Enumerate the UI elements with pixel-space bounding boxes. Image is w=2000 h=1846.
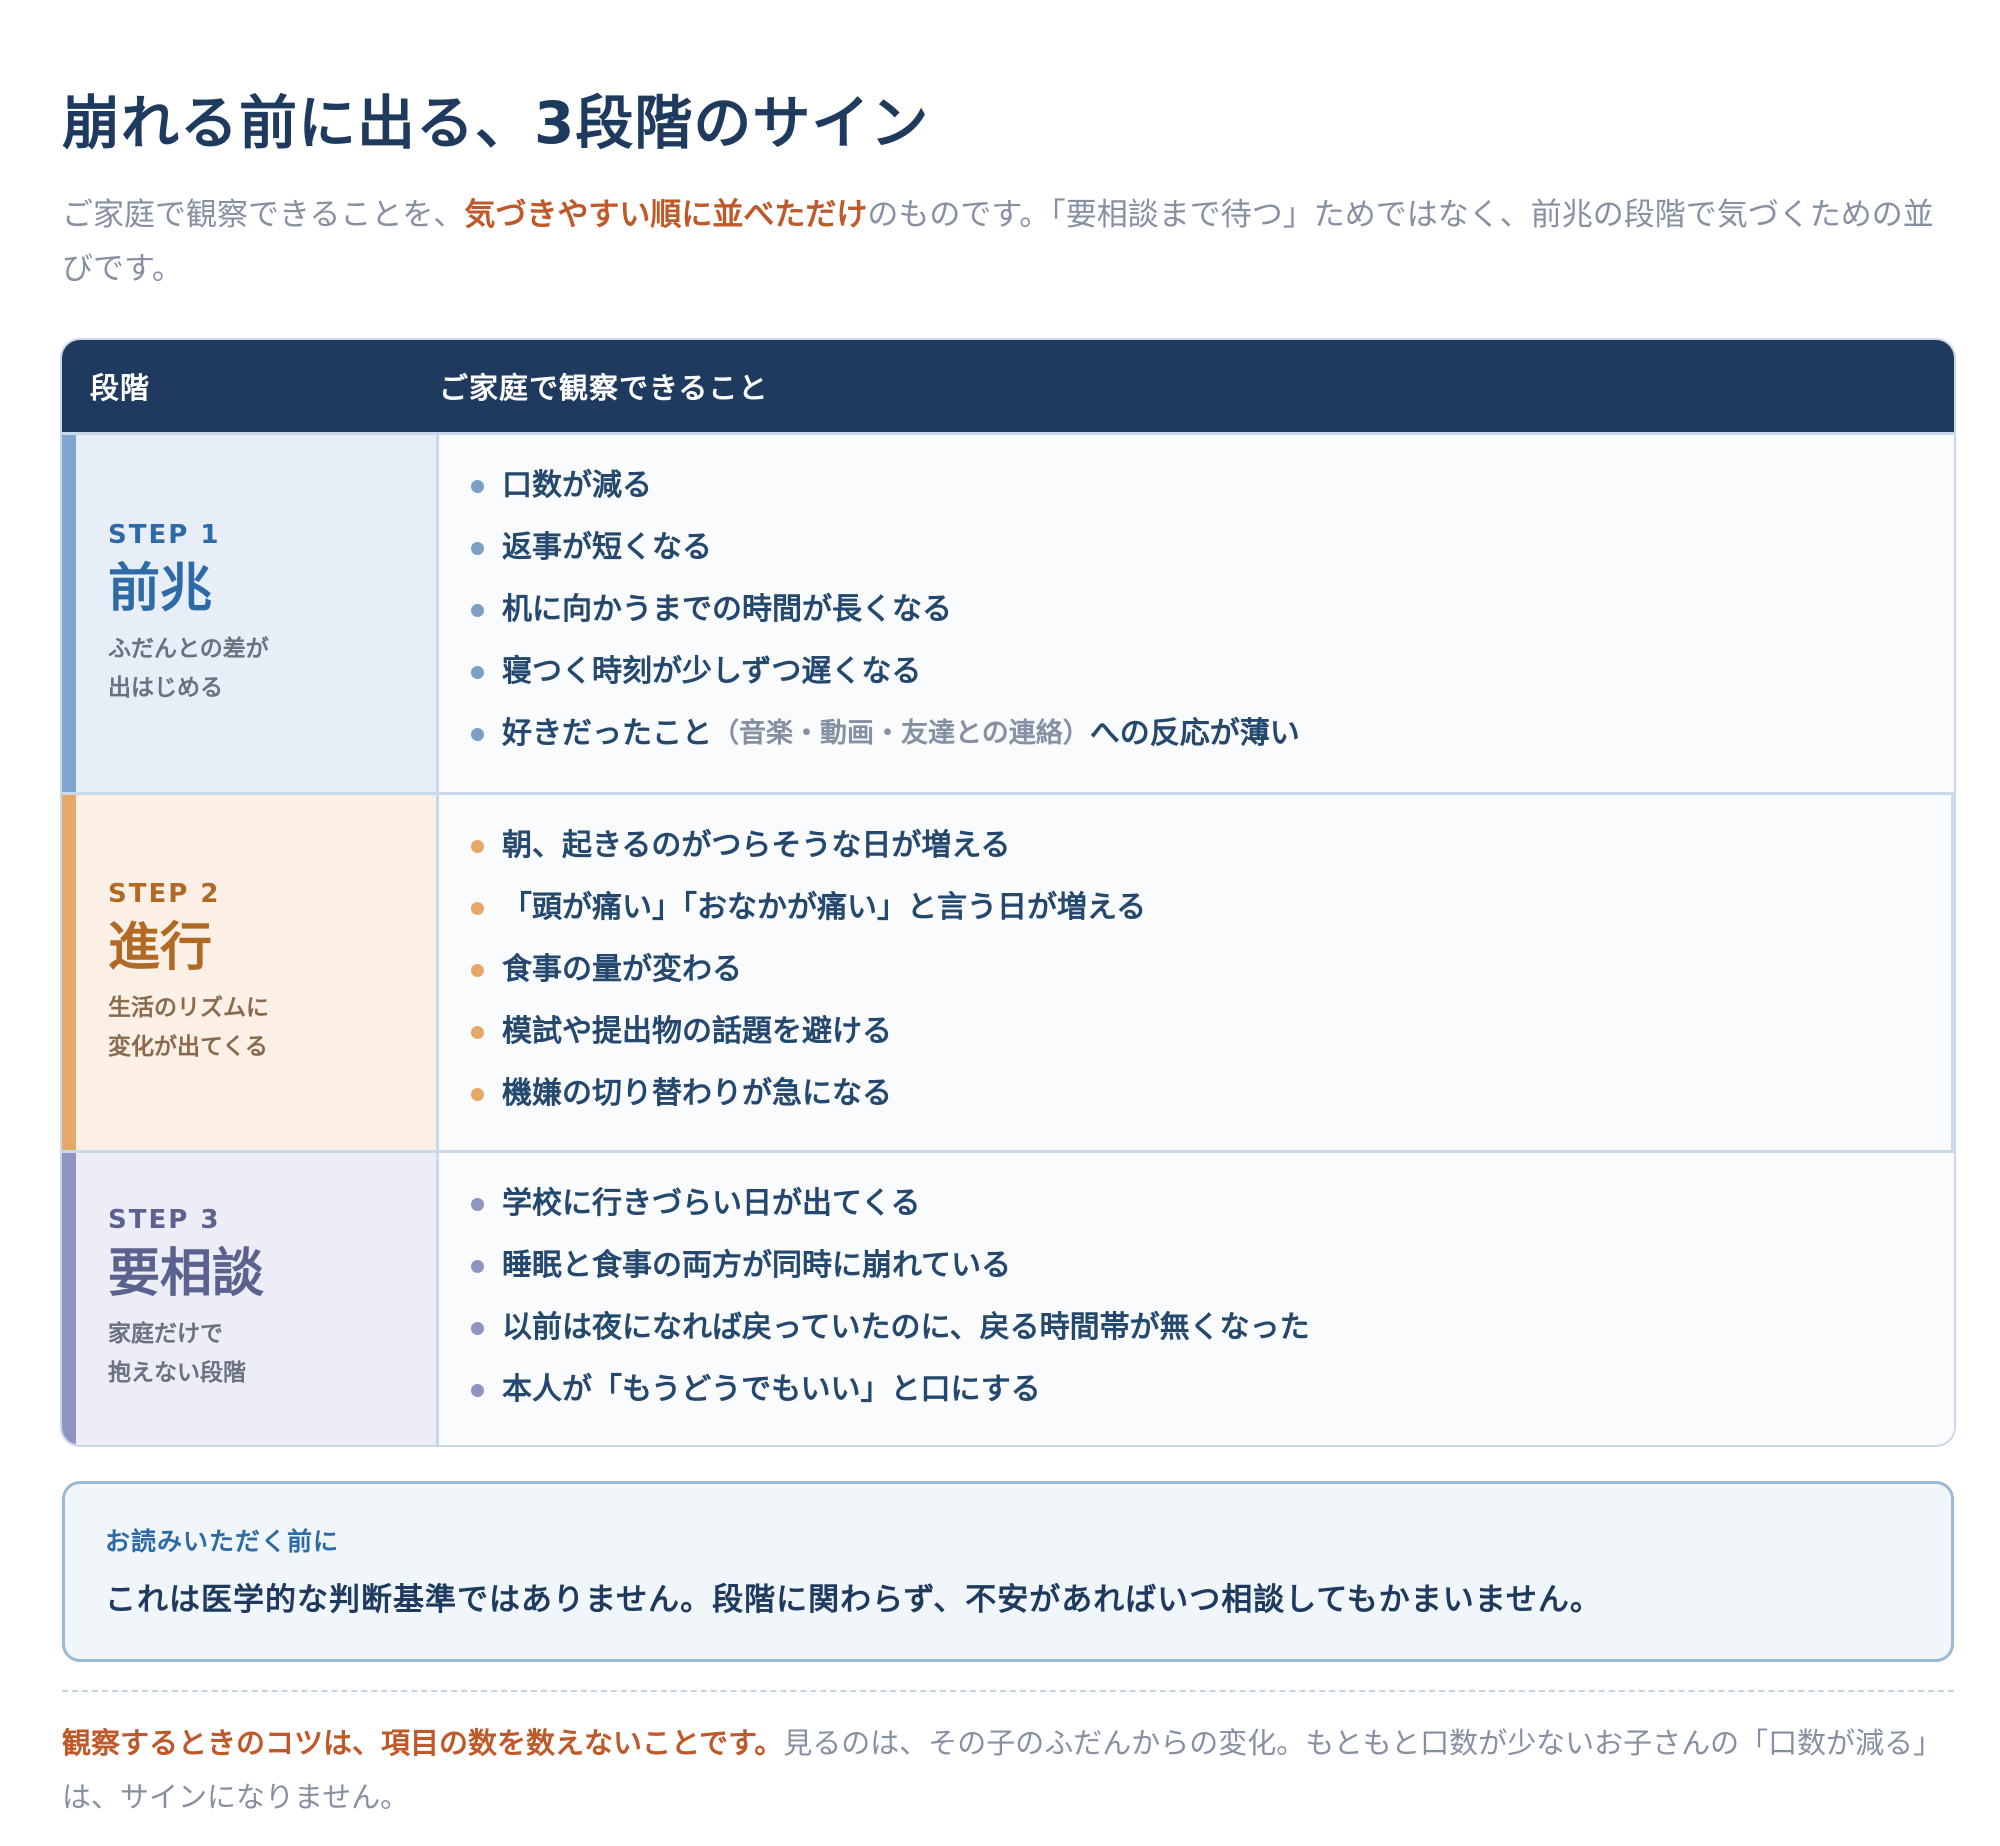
bullet-dot-icon bbox=[471, 1383, 484, 1397]
list-item: 口数が減る bbox=[471, 455, 1954, 517]
item-text: 学校に行きづらい日が出てくる bbox=[502, 1186, 921, 1221]
intro-paragraph: ご家庭で観察できることを、気づきやすい順に並べただけのものです。「要相談まで待つ… bbox=[62, 188, 1938, 296]
footer-highlight: 観察するときのコツは、項目の数を数えないことです。 bbox=[62, 1726, 784, 1760]
observation-cell: 学校に行きづらい日が出てくる 睡眠と食事の両方が同時に崩れている 以前は夜になれ… bbox=[439, 1153, 1954, 1445]
page-title: 崩れる前に出る、3段階のサイン bbox=[62, 89, 930, 157]
observation-list: 口数が減る 返事が短くなる 机に向かうまでの時間が長くなる 寝つく時刻が少しずつ… bbox=[471, 455, 1954, 765]
bullet-dot-icon bbox=[471, 479, 484, 493]
step-name: 前兆 bbox=[108, 558, 213, 619]
bullet-dot-icon bbox=[471, 1087, 484, 1101]
step-desc-line: 生活のリズムに bbox=[108, 994, 269, 1021]
bullet-dot-icon bbox=[471, 1197, 484, 1211]
observation-list: 朝、起きるのがつらそうな日が増える 「頭が痛い」「おなかが痛い」と言う日が増える… bbox=[471, 815, 1951, 1125]
footer-paragraph: 観察するときのコツは、項目の数を数えないことです。見るのは、その子のふだんからの… bbox=[62, 1716, 1954, 1824]
item-text: 本人が「もうどうでもいい」と口にする bbox=[502, 1372, 1041, 1407]
step-desc-line: 家庭だけで bbox=[108, 1321, 223, 1347]
step-name: 要相談 bbox=[108, 1244, 265, 1304]
step-desc: 家庭だけで 抱えない段階 bbox=[108, 1315, 436, 1393]
list-item: 本人が「もうどうでもいい」と口にする bbox=[471, 1359, 1954, 1421]
bullet-dot-icon bbox=[471, 541, 484, 555]
item-text: 機嫌の切り替わりが急になる bbox=[502, 1076, 892, 1111]
list-item: 以前は夜になれば戻っていたのに、戻る時間帯が無くなった bbox=[471, 1297, 1954, 1359]
step-name: 進行 bbox=[108, 917, 213, 978]
list-item: 好きだったこと （音楽・動画・友達との連絡） への反応が薄い bbox=[471, 703, 1954, 765]
bullet-dot-icon bbox=[471, 1025, 484, 1039]
table-header: 段階 ご家庭で観察できること bbox=[62, 340, 1954, 432]
dashed-divider bbox=[62, 1690, 1954, 1692]
bullet-dot-icon bbox=[471, 901, 484, 915]
bullet-dot-icon bbox=[471, 1321, 484, 1335]
item-text: 机に向かうまでの時間が長くなる bbox=[502, 592, 952, 627]
signs-table: 段階 ご家庭で観察できること STEP 1 前兆 ふだんとの差が 出はじめる 口… bbox=[62, 340, 1954, 1445]
item-text: 睡眠と食事の両方が同時に崩れている bbox=[502, 1248, 1012, 1283]
observation-cell: 口数が減る 返事が短くなる 机に向かうまでの時間が長くなる 寝つく時刻が少しずつ… bbox=[439, 435, 1954, 792]
header-observation: ご家庭で観察できること bbox=[439, 371, 769, 405]
observation-cell: 朝、起きるのがつらそうな日が増える 「頭が痛い」「おなかが痛い」と言う日が増える… bbox=[439, 795, 1954, 1150]
list-item: 食事の量が変わる bbox=[471, 939, 1951, 1001]
table-row-step1: STEP 1 前兆 ふだんとの差が 出はじめる 口数が減る 返事が短くなる 机に… bbox=[62, 432, 1954, 792]
bullet-dot-icon bbox=[471, 839, 484, 853]
list-item: 模試や提出物の話題を避ける bbox=[471, 1001, 1951, 1063]
step-cell: STEP 3 要相談 家庭だけで 抱えない段階 bbox=[62, 1153, 439, 1445]
item-text: 好きだったこと bbox=[502, 716, 712, 751]
step-desc: 生活のリズムに 変化が出てくる bbox=[108, 989, 436, 1067]
step-desc-line: 変化が出てくる bbox=[108, 1033, 268, 1060]
step-label: STEP 1 bbox=[108, 519, 221, 550]
step-desc: ふだんとの差が 出はじめる bbox=[108, 630, 436, 708]
step-cell: STEP 2 進行 生活のリズムに 変化が出てくる bbox=[62, 795, 439, 1150]
notice-callout: お読みいただく前に これは医学的な判断基準ではありません。段階に関わらず、不安が… bbox=[62, 1481, 1954, 1662]
item-text: 返事が短くなる bbox=[502, 530, 712, 565]
callout-text: これは医学的な判断基準ではありません。段階に関わらず、不安があればいつ相談しても… bbox=[105, 1582, 1602, 1618]
list-item: 睡眠と食事の両方が同時に崩れている bbox=[471, 1235, 1954, 1297]
item-text: 寝つく時刻が少しずつ遅くなる bbox=[502, 654, 922, 689]
item-text: 以前は夜になれば戻っていたのに、戻る時間帯が無くなった bbox=[502, 1310, 1310, 1345]
list-item: 返事が短くなる bbox=[471, 517, 1954, 579]
item-text: 模試や提出物の話題を避ける bbox=[502, 1014, 892, 1049]
item-text: 「頭が痛い」「おなかが痛い」と言う日が増える bbox=[502, 890, 1147, 925]
item-text: 食事の量が変わる bbox=[502, 952, 742, 987]
item-text-after: への反応が薄い bbox=[1089, 716, 1300, 751]
item-text: 朝、起きるのがつらそうな日が増える bbox=[502, 828, 1011, 863]
step-label: STEP 3 bbox=[108, 1205, 221, 1235]
list-item: 寝つく時刻が少しずつ遅くなる bbox=[471, 641, 1954, 703]
step-desc-line: 抱えない段階 bbox=[108, 1360, 246, 1386]
list-item: 機嫌の切り替わりが急になる bbox=[471, 1063, 1951, 1125]
callout-label: お読みいただく前に bbox=[105, 1527, 340, 1556]
list-item: 学校に行きづらい日が出てくる bbox=[471, 1173, 1954, 1235]
bullet-dot-icon bbox=[471, 603, 484, 617]
list-item: 「頭が痛い」「おなかが痛い」と言う日が増える bbox=[471, 877, 1951, 939]
step-cell: STEP 1 前兆 ふだんとの差が 出はじめる bbox=[62, 435, 439, 792]
step-label: STEP 2 bbox=[108, 878, 221, 909]
step-desc-line: ふだんとの差が bbox=[108, 635, 269, 662]
intro-highlight: 気づきやすい順に並べただけ bbox=[464, 197, 868, 233]
table-row-step3: STEP 3 要相談 家庭だけで 抱えない段階 学校に行きづらい日が出てくる 睡… bbox=[62, 1150, 1954, 1445]
observation-list: 学校に行きづらい日が出てくる 睡眠と食事の両方が同時に崩れている 以前は夜になれ… bbox=[471, 1173, 1954, 1421]
header-step: 段階 bbox=[90, 371, 151, 405]
list-item: 机に向かうまでの時間が長くなる bbox=[471, 579, 1954, 641]
bullet-dot-icon bbox=[471, 963, 484, 977]
bullet-dot-icon bbox=[471, 665, 484, 679]
bullet-dot-icon bbox=[471, 727, 484, 741]
step-desc-line: 出はじめる bbox=[108, 674, 223, 701]
bullet-dot-icon bbox=[471, 1259, 484, 1273]
table-row-step2: STEP 2 進行 生活のリズムに 変化が出てくる 朝、起きるのがつらそうな日が… bbox=[62, 792, 1954, 1150]
item-text: 口数が減る bbox=[502, 468, 652, 503]
list-item: 朝、起きるのがつらそうな日が増える bbox=[471, 815, 1951, 877]
item-note: （音楽・動画・友達との連絡） bbox=[712, 718, 1090, 749]
page: 崩れる前に出る、3段階のサイン ご家庭で観察できることを、気づきやすい順に並べた… bbox=[0, 0, 2000, 1824]
intro-before: ご家庭で観察できることを、 bbox=[62, 197, 465, 233]
